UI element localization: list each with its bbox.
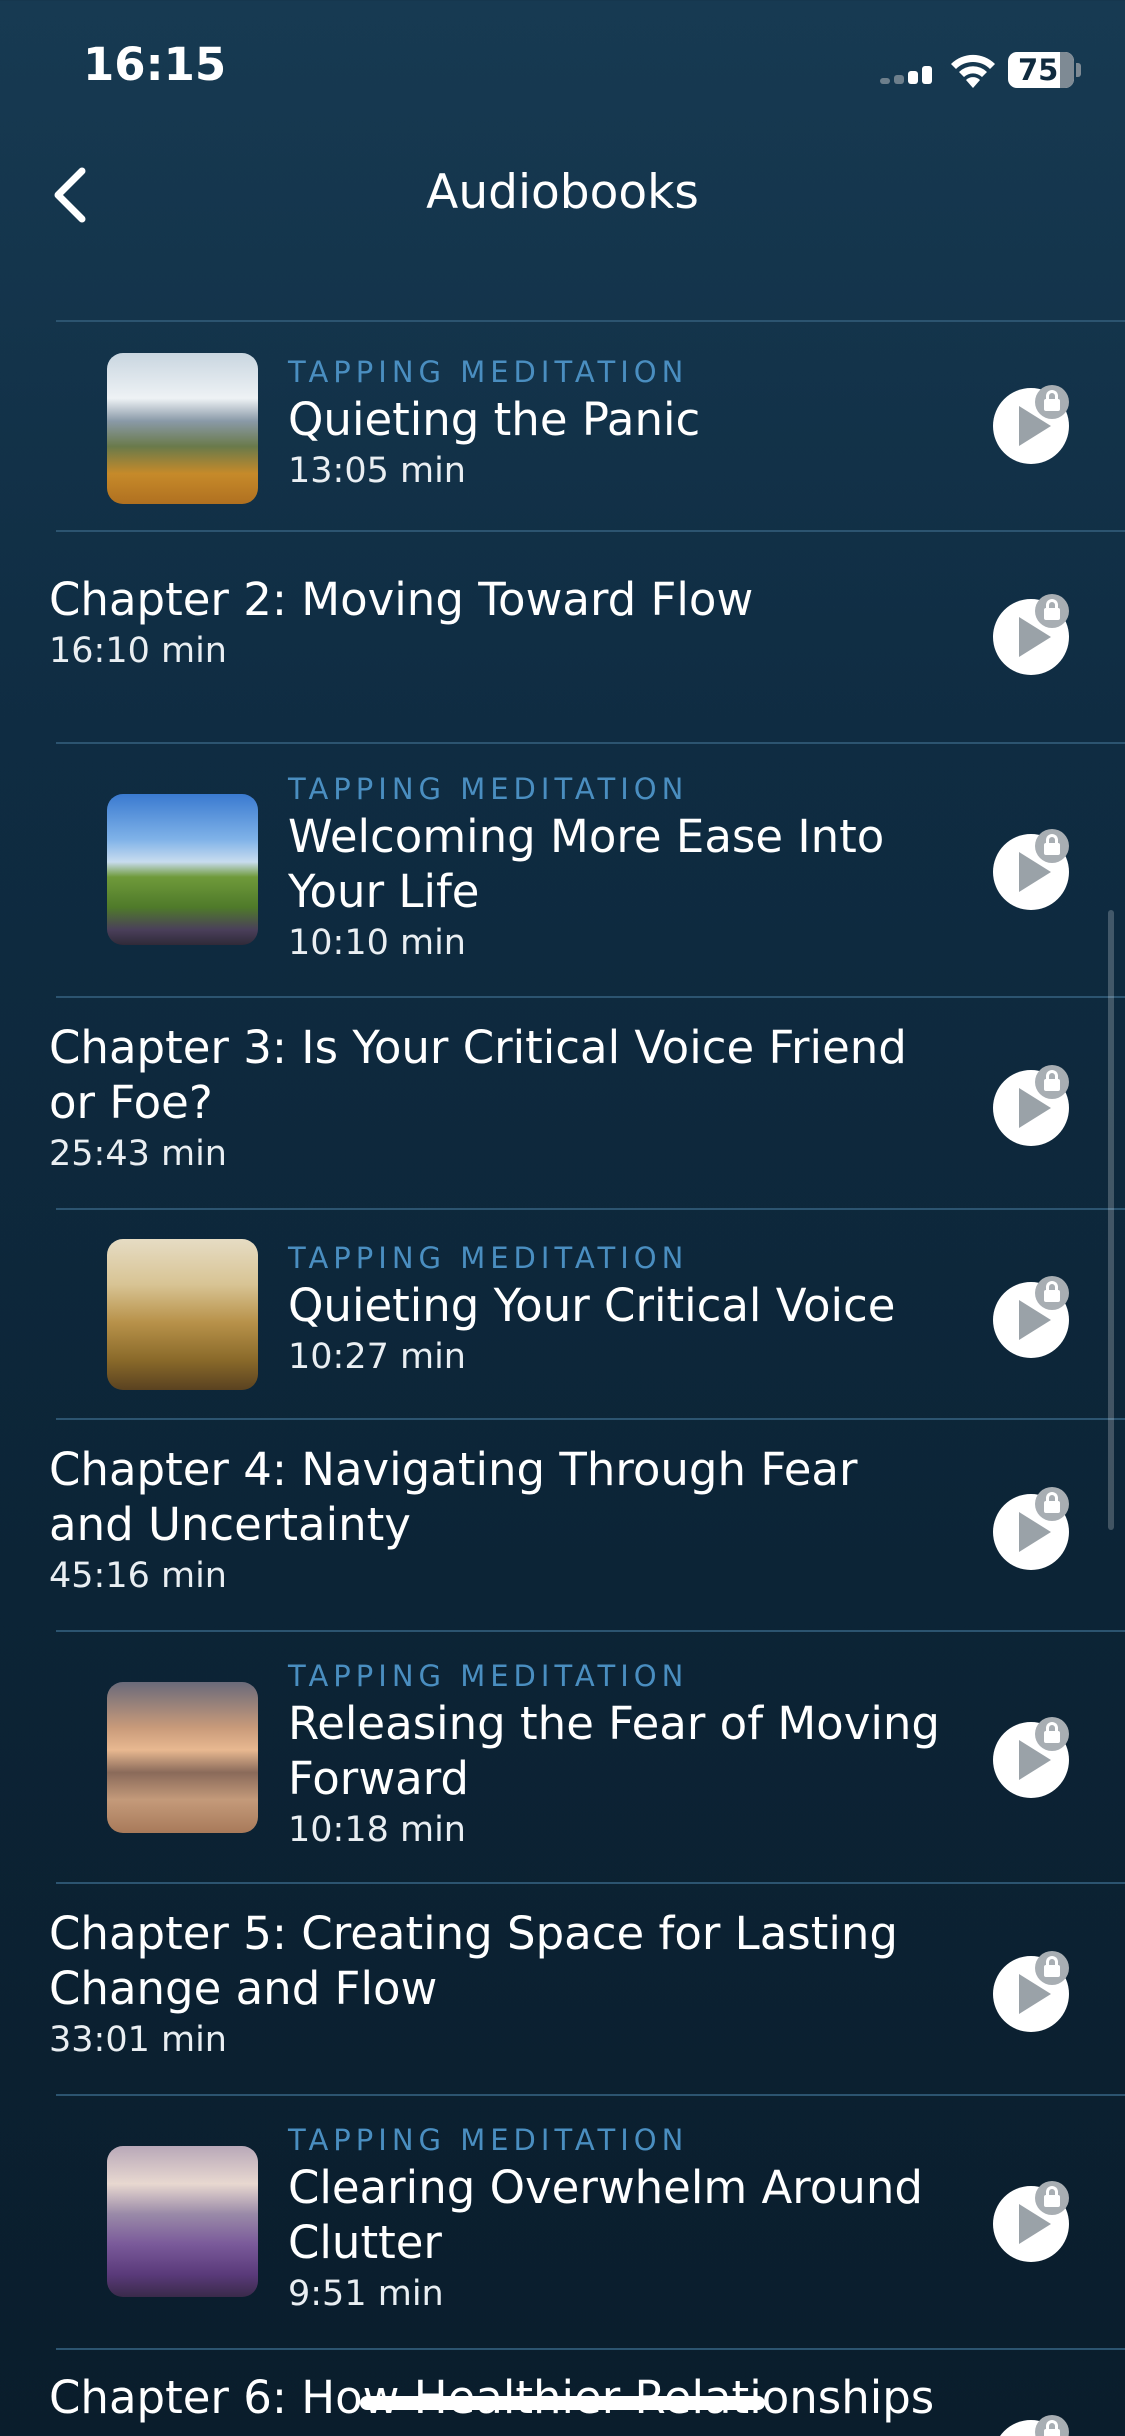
item-title: Chapter 3: Is Your Critical Voice Friend… [49, 1021, 907, 1129]
item-duration: 16:10 min [49, 631, 227, 671]
status-bar: 16:15 75 [0, 0, 1125, 140]
item-duration: 9:51 min [288, 2274, 444, 2314]
item-title: Quieting the Panic [288, 393, 701, 446]
lock-icon [1035, 594, 1069, 628]
page-title: Audiobooks [426, 165, 699, 220]
lock-icon [1035, 1951, 1069, 1985]
lock-icon [1035, 1487, 1069, 1521]
list-item-chapter[interactable]: Chapter 3: Is Your Critical Voice Friend… [0, 998, 1125, 1208]
item-duration: 10:18 min [288, 1810, 466, 1850]
list-item-chapter[interactable]: Chapter 4: Navigating Through Fear and U… [0, 1420, 1125, 1630]
home-indicator[interactable] [360, 2396, 765, 2410]
battery-tip [1076, 63, 1081, 77]
item-title: Clearing Overwhelm Around Clutter [288, 2161, 923, 2269]
battery-icon: 75 [1008, 52, 1074, 88]
cellular-signal-icon [880, 66, 934, 84]
item-duration: 10:27 min [288, 1337, 466, 1377]
audiobook-list: TAPPING MEDITATION Quieting the Panic 13… [0, 320, 1125, 2436]
item-duration: 33:01 min [49, 2020, 227, 2060]
category-label: TAPPING MEDITATION [288, 772, 689, 806]
category-label: TAPPING MEDITATION [288, 355, 689, 389]
scroll-indicator[interactable] [1108, 910, 1114, 1530]
item-title: Welcoming More Ease Into Your Life [288, 810, 885, 918]
lock-icon [1035, 1065, 1069, 1099]
lock-icon [1035, 829, 1069, 863]
list-item-meditation[interactable]: TAPPING MEDITATION Quieting Your Critica… [0, 1210, 1125, 1418]
thumbnail-image [107, 353, 258, 504]
category-label: TAPPING MEDITATION [288, 1241, 689, 1275]
item-title: Releasing the Fear of Moving Forward [288, 1697, 940, 1805]
list-item-meditation[interactable]: TAPPING MEDITATION Welcoming More Ease I… [0, 744, 1125, 996]
wifi-icon [948, 50, 998, 90]
list-item-chapter[interactable]: Chapter 2: Moving Toward Flow 16:10 min [0, 532, 1125, 742]
item-duration: 25:43 min [49, 1134, 227, 1174]
item-title: Chapter 2: Moving Toward Flow [49, 573, 754, 626]
battery-level: 75 [1018, 53, 1059, 87]
lock-icon [1035, 2181, 1069, 2215]
thumbnail-image [107, 2146, 258, 2297]
nav-bar: Audiobooks [0, 140, 1125, 250]
lock-icon [1035, 1717, 1069, 1751]
item-duration: 13:05 min [288, 451, 466, 491]
lock-icon [1035, 1276, 1069, 1310]
thumbnail-image [107, 1682, 258, 1833]
list-item-chapter[interactable]: Chapter 5: Creating Space for Lasting Ch… [0, 1884, 1125, 2094]
thumbnail-image [107, 794, 258, 945]
item-title: Chapter 4: Navigating Through Fear and U… [49, 1443, 858, 1551]
status-time: 16:15 [83, 38, 227, 91]
category-label: TAPPING MEDITATION [288, 2123, 689, 2157]
list-item-meditation[interactable]: TAPPING MEDITATION Quieting the Panic 13… [0, 322, 1125, 530]
item-title: Quieting Your Critical Voice [288, 1279, 896, 1332]
item-title: Chapter 5: Creating Space for Lasting Ch… [49, 1907, 898, 2015]
lock-icon [1035, 385, 1069, 419]
category-label: TAPPING MEDITATION [288, 1659, 689, 1693]
item-duration: 45:16 min [49, 1556, 227, 1596]
thumbnail-image [107, 1239, 258, 1390]
list-item-chapter[interactable]: Chapter 6: How Healthier Relationships [0, 2350, 1125, 2436]
list-item-meditation[interactable]: TAPPING MEDITATION Clearing Overwhelm Ar… [0, 2096, 1125, 2348]
item-duration: 10:10 min [288, 923, 466, 963]
list-item-meditation[interactable]: TAPPING MEDITATION Releasing the Fear of… [0, 1632, 1125, 1882]
lock-icon [1035, 2415, 1069, 2436]
